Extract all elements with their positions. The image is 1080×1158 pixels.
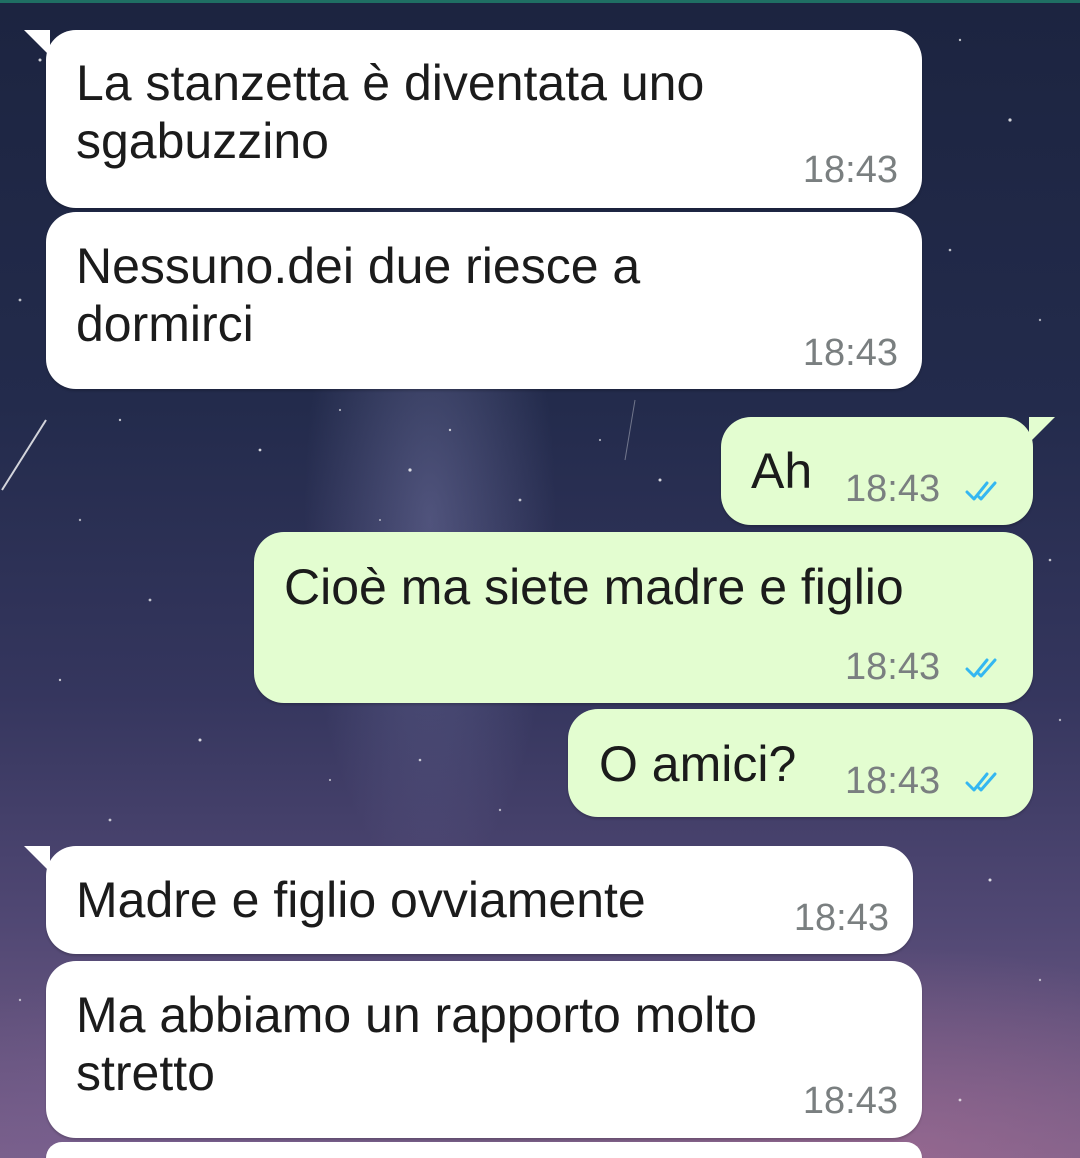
message-bubble-outgoing[interactable]: Ah 18:43 [721,417,1055,525]
message-time: 18:43 [793,897,889,939]
message-text: Nessuno.dei due riesce a dormirci [76,238,641,352]
message-time: 18:43 [845,760,941,802]
message-time: 18:43 [802,332,898,374]
bubble-tail [24,30,50,56]
bubble-tail [24,846,50,872]
double-check-icon [965,772,997,792]
message-time: 18:43 [802,1080,898,1122]
double-check-icon [965,481,997,501]
message-bubble-outgoing[interactable]: O amici? 18:43 [568,709,1033,817]
message-bubble-outgoing[interactable]: Cioè ma siete madre e figlio 18:43 [254,532,1033,703]
message-bubble-incoming[interactable]: Madre e figlio ovviamente 18:43 [24,846,913,954]
message-time: 18:43 [802,149,898,191]
message-bubble-incoming[interactable]: Ma abbiamo un rapporto molto stretto 18:… [46,961,922,1138]
bubble-tail [1029,417,1055,443]
message-time: 18:43 [845,468,941,510]
message-text: Ma abbiamo un rapporto molto stretto [76,987,757,1101]
message-text: La stanzetta è diventata uno sgabuzzino [76,55,705,169]
message-time: 18:43 [845,646,941,688]
message-text: Ah [751,443,813,499]
message-bubble-incoming[interactable]: Nessuno.dei due riesce a dormirci 18:43 [46,212,922,389]
message-text: Madre e figlio ovviamente [76,872,646,928]
message-text: O amici? [599,736,797,792]
message-bubble-incoming[interactable]: La stanzetta è diventata uno sgabuzzino … [24,30,922,208]
double-check-icon [965,658,997,678]
message-bubble-partial[interactable] [46,1142,922,1158]
message-text: Cioè ma siete madre e figlio [284,559,904,615]
